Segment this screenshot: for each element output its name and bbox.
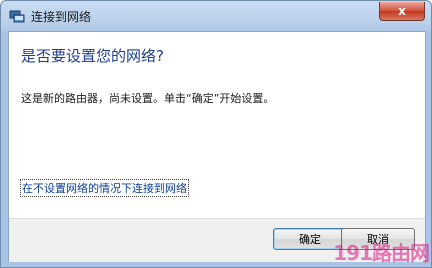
close-icon: x [398, 4, 406, 18]
dialog-window: 连接到网络 x 是否要设置您的网络? 这是新的路由器，尚未设置。单击“确定”开始… [0, 0, 432, 268]
watermark: 191路由网 [333, 241, 430, 265]
connect-without-setup-link[interactable]: 在不设置网络的情况下连接到网络 [20, 179, 189, 197]
description-text: 这是新的路由器，尚未设置。单击“确定”开始设置。 [21, 92, 275, 105]
title-bar[interactable]: 连接到网络 x [1, 1, 431, 31]
page-title: 是否要设置您的网络? [21, 47, 164, 65]
close-button[interactable]: x [379, 2, 425, 21]
dialog-content: 是否要设置您的网络? 这是新的路由器，尚未设置。单击“确定”开始设置。 在不设置… [8, 31, 426, 262]
window-title: 连接到网络 [31, 10, 92, 24]
network-icon [9, 8, 25, 24]
